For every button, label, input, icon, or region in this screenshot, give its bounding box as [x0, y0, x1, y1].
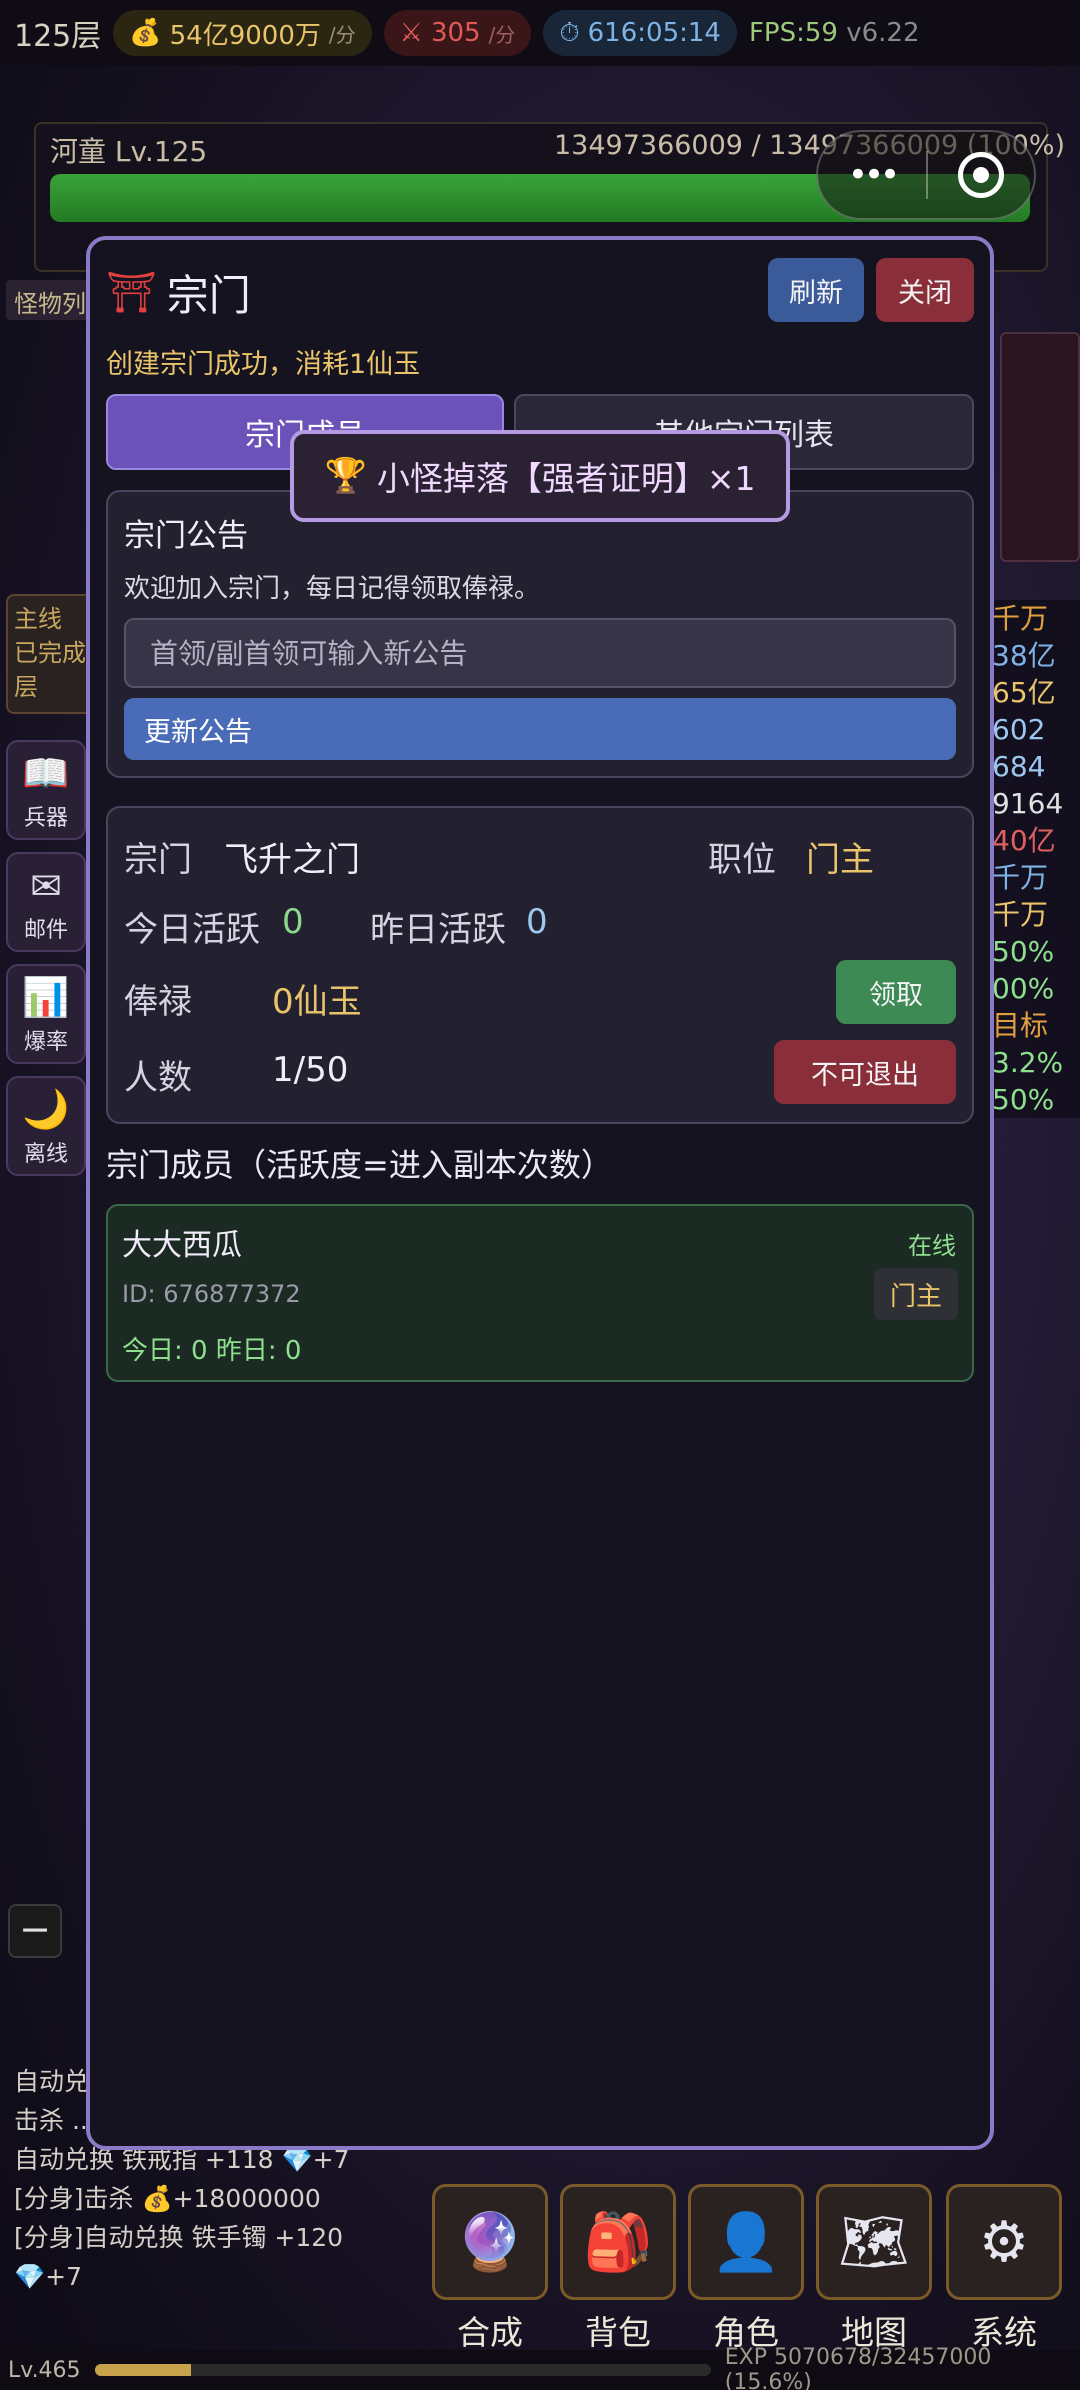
exp-text: EXP 5070678/32457000 (15.6%) — [724, 2345, 992, 2390]
nav-craft-button[interactable]: 🔮 — [432, 2184, 548, 2300]
create-success-notice: 创建宗门成功，消耗1仙玉 — [106, 349, 421, 380]
timer-badge: ⏱ 616:05:14 — [543, 10, 737, 56]
kill-rate-unit: /分 — [488, 22, 516, 47]
right-stat-item: 65亿 — [992, 676, 1056, 709]
right-stat-item: 千万 — [992, 861, 1049, 894]
member-role-badge: 门主 — [874, 1268, 958, 1320]
modal-title: ⛩ 宗门 — [106, 270, 251, 320]
timer-value: 616:05:14 — [587, 18, 721, 48]
yesterday-activity-label: 昨日活跃 — [370, 910, 506, 950]
announcement-input[interactable] — [124, 618, 956, 688]
trophy-icon: 🏆 — [324, 456, 367, 496]
sidebar-item-droprate[interactable]: 📊 爆率 — [6, 964, 86, 1064]
sect-name-label: 宗门 — [124, 840, 192, 880]
log-line: [分身]击杀 💰+18000000 — [14, 2184, 321, 2213]
sidebar-item-weapons[interactable]: 📖 兵器 — [6, 740, 86, 840]
kill-rate-value: 305 — [430, 18, 481, 48]
map-icon: 🗺 — [838, 2210, 910, 2275]
drop-toast: 🏆 小怪掉落【强者证明】×1 — [290, 430, 790, 522]
torii-gate-icon: ⛩ — [106, 270, 157, 316]
monster-list-label: 怪物列 — [6, 280, 98, 320]
money-bag-icon: 💰 — [129, 18, 162, 48]
right-stat-item: 38亿 — [992, 639, 1056, 672]
right-stat-item: 50% — [992, 1083, 1055, 1116]
right-stat-item: 目标 — [992, 1009, 1049, 1042]
collapse-log-button[interactable]: − — [8, 1904, 62, 1958]
book-icon: 📖 — [22, 751, 70, 795]
mail-icon: ✉ — [30, 864, 62, 908]
today-activity-value: 0 — [282, 902, 304, 942]
exp-bar — [94, 2364, 711, 2376]
right-stat-item: 9164 — [992, 787, 1064, 820]
members-section-title: 宗门成员（活跃度=进入副本次数） — [106, 1146, 613, 1184]
version-label: v6.22 — [846, 18, 920, 48]
nav-label-backpack[interactable]: 背包 — [558, 2306, 678, 2354]
update-announcement-button[interactable]: 更新公告 — [124, 698, 956, 760]
level-bar: Lv.465 EXP 5070678/32457000 (15.6%) — [0, 2345, 1080, 2390]
right-stat-item: 00% — [992, 972, 1055, 1005]
salary-label: 俸禄 — [124, 982, 192, 1022]
person-icon: 👤 — [711, 2210, 781, 2275]
log-line: 💎+7 — [14, 2262, 82, 2291]
right-stat-item: 602 — [992, 713, 1046, 746]
right-stat-item: 3.2% — [992, 1046, 1064, 1079]
player-level: Lv.465 — [8, 2357, 81, 2383]
status-bar: 125层 💰 54亿9000万 /分 ⚔ 305 /分 ⏱ 616:05:14 … — [0, 0, 1080, 66]
fps-indicator: FPS:59 v6.22 — [748, 18, 920, 48]
nav-system-button[interactable]: ⚙ — [946, 2184, 1062, 2300]
right-stat-item: 千万 — [992, 898, 1049, 931]
sidebar-item-mail[interactable]: ✉ 邮件 — [6, 852, 86, 952]
today-activity-label: 今日活跃 — [124, 910, 260, 950]
yesterday-activity-value: 0 — [526, 902, 548, 942]
member-count-value: 1/50 — [272, 1050, 349, 1090]
nav-character-button[interactable]: 👤 — [688, 2184, 804, 2300]
kill-rate-badge: ⚔ 305 /分 — [383, 10, 532, 56]
more-icon[interactable]: ••• — [818, 155, 926, 195]
gold-rate-value: 54亿9000万 — [169, 20, 321, 51]
member-name: 大大西瓜 — [122, 1228, 242, 1263]
nav-backpack-button[interactable]: 🎒 — [560, 2184, 676, 2300]
sidebar-item-offline[interactable]: 🌙 离线 — [6, 1076, 86, 1176]
right-stat-item: 50% — [992, 935, 1055, 968]
backpack-icon: 🎒 — [583, 2210, 653, 2275]
sect-name-value: 飞升之门 — [224, 840, 360, 880]
minimap[interactable] — [1000, 332, 1080, 562]
member-id: ID: 676877372 — [122, 1280, 301, 1308]
gold-rate-unit: /分 — [328, 22, 356, 47]
chart-icon: 📊 — [22, 975, 70, 1019]
member-online-status: 在线 — [908, 1232, 956, 1260]
moon-icon: 🌙 — [22, 1087, 70, 1131]
floor-indicator: 125层 — [14, 19, 102, 54]
miniprogram-capsule[interactable]: ••• — [816, 130, 1036, 220]
toast-text: 小怪掉落【强者证明】×1 — [376, 459, 756, 498]
position-value: 门主 — [806, 840, 874, 880]
right-stats-column: 千万 38亿 65亿 602 684 9164 40亿 千万 千万 50% 00% 目标 3.2% 50% — [990, 600, 1080, 1118]
right-stat-item: 40亿 — [992, 824, 1056, 857]
nav-map-button[interactable]: 🗺 — [816, 2184, 932, 2300]
exp-fill — [94, 2364, 191, 2376]
refresh-button[interactable]: 刷新 — [768, 258, 864, 322]
crystal-ball-icon: 🔮 — [455, 2210, 525, 2275]
announcement-text: 欢迎加入宗门，每日记得领取俸禄。 — [124, 574, 541, 604]
announcement-title: 宗门公告 — [124, 518, 248, 554]
member-count-label: 人数 — [124, 1058, 192, 1098]
cannot-exit-button[interactable]: 不可退出 — [774, 1040, 956, 1104]
gear-icon: ⚙ — [978, 2209, 1030, 2275]
close-button[interactable]: 关闭 — [876, 258, 974, 322]
boss-name: 河童 Lv.125 — [50, 135, 208, 168]
close-target-icon[interactable] — [928, 152, 1034, 198]
right-stat-item: 684 — [992, 750, 1046, 783]
log-line: [分身]自动兑换 铁手镯 +120 — [14, 2223, 344, 2252]
member-activity: 今日: 0 昨日: 0 — [122, 1336, 302, 1366]
quest-tracker[interactable]: 主线 已完成 层 — [6, 594, 96, 714]
right-stat-item: 千万 — [992, 602, 1049, 635]
nav-label-craft[interactable]: 合成 — [430, 2306, 550, 2354]
position-label: 职位 — [708, 840, 776, 880]
crossed-swords-icon: ⚔ — [399, 18, 423, 48]
claim-salary-button[interactable]: 领取 — [836, 960, 956, 1024]
stopwatch-icon: ⏱ — [559, 17, 580, 48]
gold-rate-badge: 💰 54亿9000万 /分 — [113, 10, 372, 56]
salary-value: 0仙玉 — [272, 982, 362, 1022]
